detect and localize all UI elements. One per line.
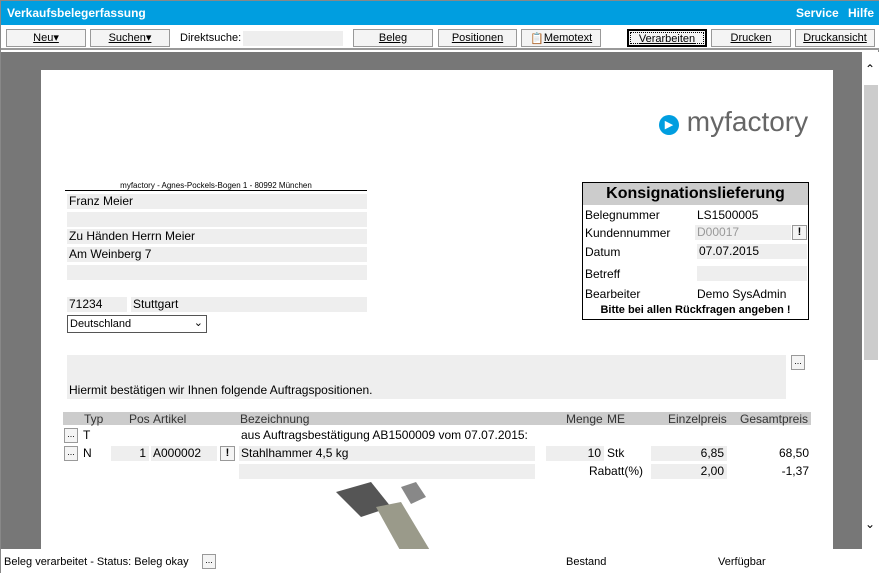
direct-search-label: Direktsuche:: [180, 32, 242, 44]
col-pos: Pos: [129, 412, 150, 426]
zip-field[interactable]: 71234: [67, 297, 127, 312]
col-einzelpreis: Einzelpreis: [668, 412, 727, 426]
row-2-typ: N: [83, 446, 92, 460]
direct-search-input[interactable]: [243, 31, 343, 46]
positionen-button[interactable]: Positionen: [438, 29, 517, 47]
druckansicht-button[interactable]: Druckansicht: [795, 29, 875, 47]
row-2-more-button[interactable]: ...: [64, 446, 78, 461]
address-line-2[interactable]: [67, 212, 367, 227]
status-bar: Beleg verarbeitet - Status: Beleg okay .…: [1, 549, 879, 574]
col-gesamtpreis: Gesamtpreis: [740, 412, 809, 426]
country-value: Deutschland: [70, 318, 132, 330]
col-bezeichnung: Bezeichnung: [240, 412, 310, 426]
intro-text: Hiermit bestätigen wir Ihnen folgende Au…: [69, 383, 373, 397]
memotext-label: Memotext: [543, 32, 593, 44]
col-artikel: Artikel: [153, 412, 187, 426]
kundennummer-field[interactable]: D00017: [695, 225, 791, 240]
row-1-typ: T: [83, 428, 91, 442]
intro-more-button[interactable]: ...: [791, 355, 805, 370]
city-field[interactable]: Stuttgart: [131, 297, 367, 312]
address-line-3[interactable]: Zu Händen Herrn Meier: [67, 229, 367, 244]
document-page: ▶ myfactory myfactory - Agnes-Pockels-Bo…: [41, 70, 833, 549]
hammer-image: [336, 482, 430, 549]
status-text: Beleg verarbeitet - Status: Beleg okay: [4, 556, 189, 568]
datum-field[interactable]: 07.07.2015: [697, 244, 807, 259]
address-line-1[interactable]: Franz Meier: [67, 194, 367, 209]
address-line-5[interactable]: [67, 265, 367, 280]
scroll-down-icon[interactable]: ⌄: [865, 517, 875, 531]
title-bar: Verkaufsbelegerfassung Service Hilfe: [1, 1, 879, 25]
chevron-down-icon: ⌄: [193, 317, 203, 329]
menu-service[interactable]: Service: [796, 6, 839, 20]
label-betreff: Betreff: [585, 267, 621, 281]
verarbeiten-button[interactable]: Verarbeiten: [627, 29, 707, 47]
document-canvas: ▶ myfactory myfactory - Agnes-Pockels-Bo…: [1, 52, 862, 549]
scroll-thumb[interactable]: [864, 85, 878, 360]
row-2-gesamtpreis: 68,50: [778, 446, 809, 460]
row-2-pos[interactable]: 1: [111, 446, 149, 461]
rabatt-betrag: -1,37: [781, 464, 809, 478]
rabatt-field[interactable]: 2,00: [651, 464, 727, 479]
row-2-me: Stk: [607, 446, 625, 460]
scroll-up-icon[interactable]: ⌃: [865, 62, 875, 76]
row-2-bezeichnung[interactable]: Stahlhammer 4,5 kg: [239, 446, 535, 461]
search-button[interactable]: Suchen▾: [90, 29, 170, 47]
positions-header: Typ Pos Artikel Bezeichnung Menge ME Ein…: [63, 412, 811, 426]
col-me: ME: [607, 412, 625, 426]
info-box-footer: Bitte bei allen Rückfragen angeben !: [600, 304, 791, 316]
logo-text: myfactory: [686, 106, 809, 137]
row-1-more-button[interactable]: ...: [64, 428, 78, 443]
belegnummer-value: LS1500005: [697, 208, 759, 222]
status-more-button[interactable]: ...: [202, 554, 216, 569]
vertical-scrollbar[interactable]: ⌃ ⌄: [862, 52, 879, 549]
label-kundennummer: Kundennummer: [585, 226, 671, 240]
rabatt-label: Rabatt(%): [589, 464, 644, 478]
document-type-title: Konsignationslieferung: [583, 183, 808, 205]
memotext-button[interactable]: 📋 Memotext: [521, 29, 601, 47]
label-belegnummer: Belegnummer: [585, 208, 660, 222]
document-info-box: Konsignationslieferung Belegnummer LS150…: [582, 182, 809, 320]
toolbar: Neu▾ Suchen▾ Direktsuche: Beleg Position…: [1, 25, 879, 50]
bearbeiter-value: Demo SysAdmin: [697, 287, 787, 301]
intro-text-area[interactable]: Hiermit bestätigen wir Ihnen folgende Au…: [67, 355, 786, 399]
verfuegbar-label: Verfügbar: [718, 556, 766, 568]
bestand-label: Bestand: [566, 556, 607, 568]
play-icon: ▶: [659, 115, 679, 135]
row-2-einzelpreis[interactable]: 6,85: [651, 446, 727, 461]
drucken-button[interactable]: Drucken: [711, 29, 791, 47]
app-title: Verkaufsbelegerfassung: [7, 6, 146, 20]
row-1-bezeichnung: aus Auftragsbestätigung AB1500009 vom 07…: [241, 428, 528, 442]
address-line-4[interactable]: Am Weinberg 7: [67, 247, 367, 262]
new-button[interactable]: Neu▾: [6, 29, 86, 47]
country-select[interactable]: Deutschland ⌄: [67, 315, 207, 333]
label-bearbeiter: Bearbeiter: [585, 287, 641, 301]
article-info-button[interactable]: !: [220, 446, 235, 461]
row-2-artikel[interactable]: A000002: [151, 446, 217, 461]
row-2-menge[interactable]: 10: [546, 446, 604, 461]
sender-line: myfactory - Agnes-Pockels-Bogen 1 - 8099…: [65, 181, 367, 191]
menu-hilfe[interactable]: Hilfe: [848, 6, 874, 20]
customer-info-button[interactable]: !: [792, 225, 807, 240]
label-datum: Datum: [585, 245, 621, 259]
logo: ▶ myfactory: [659, 106, 808, 138]
clipboard-icon: 📋: [530, 33, 544, 45]
beleg-button[interactable]: Beleg: [353, 29, 433, 47]
col-typ: Typ: [84, 412, 104, 426]
betreff-field[interactable]: [697, 266, 807, 281]
row-2-text-field[interactable]: [239, 464, 535, 479]
col-menge: Menge: [566, 412, 603, 426]
